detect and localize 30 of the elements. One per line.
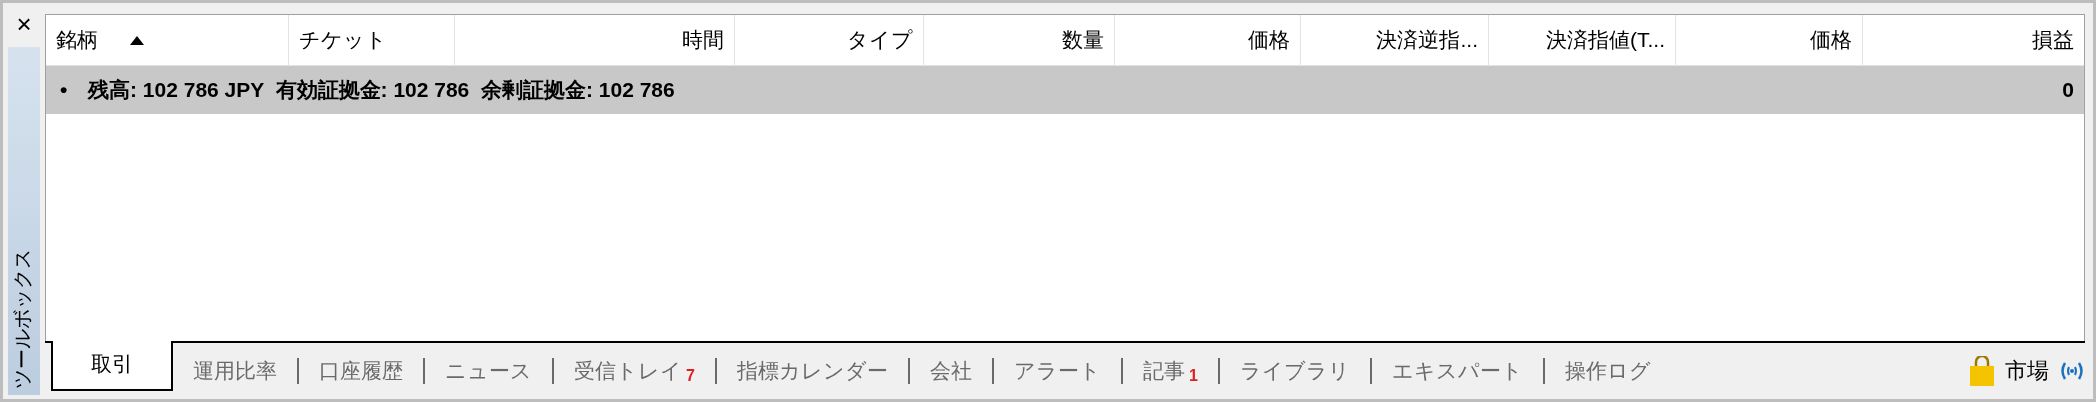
- tab[interactable]: ニュース: [425, 351, 552, 391]
- bullet: •: [60, 78, 69, 102]
- tab[interactable]: 取引: [51, 341, 173, 391]
- tab[interactable]: ライブラリ: [1219, 351, 1370, 391]
- profit-value: 0: [2062, 78, 2074, 102]
- column-header[interactable]: 価格: [1115, 15, 1301, 65]
- shopping-bag-icon[interactable]: [1969, 356, 1995, 386]
- balance-row[interactable]: • 残高: 102 786 JPY 有効証拠金: 102 786 余剰証拠金: 102 786 0: [46, 66, 2084, 114]
- tab[interactable]: 操作ログ: [1544, 351, 1671, 391]
- sidebar-title: ツールボックス: [10, 249, 34, 389]
- tab[interactable]: 運用比率: [173, 351, 297, 391]
- column-header[interactable]: 決済指値(T...: [1489, 15, 1676, 65]
- tab[interactable]: 会社: [909, 351, 992, 391]
- column-header[interactable]: 数量: [924, 15, 1115, 65]
- balance-summary: 残高: 102 786 JPY 有効証拠金: 102 786 余剰証拠金: 102 786: [88, 77, 676, 103]
- market-label[interactable]: 市場: [2005, 356, 2049, 386]
- tab[interactable]: 指標カレンダー: [716, 351, 908, 391]
- column-header[interactable]: タイプ: [735, 15, 924, 65]
- tab[interactable]: 口座履歴: [299, 351, 423, 391]
- column-header[interactable]: 損益: [1863, 15, 2084, 65]
- signal-icon: [2059, 360, 2085, 382]
- tab[interactable]: アラート: [993, 351, 1121, 391]
- toolbox-sidebar[interactable]: ツールボックス: [8, 47, 40, 395]
- column-header[interactable]: 銘柄: [46, 15, 289, 65]
- column-header[interactable]: 価格: [1676, 15, 1863, 65]
- column-header[interactable]: チケット: [289, 15, 455, 65]
- column-header[interactable]: 時間: [455, 15, 735, 65]
- close-button[interactable]: ×: [16, 11, 32, 37]
- tab[interactable]: エキスパート: [1371, 351, 1543, 391]
- column-header[interactable]: 決済逆指...: [1301, 15, 1489, 65]
